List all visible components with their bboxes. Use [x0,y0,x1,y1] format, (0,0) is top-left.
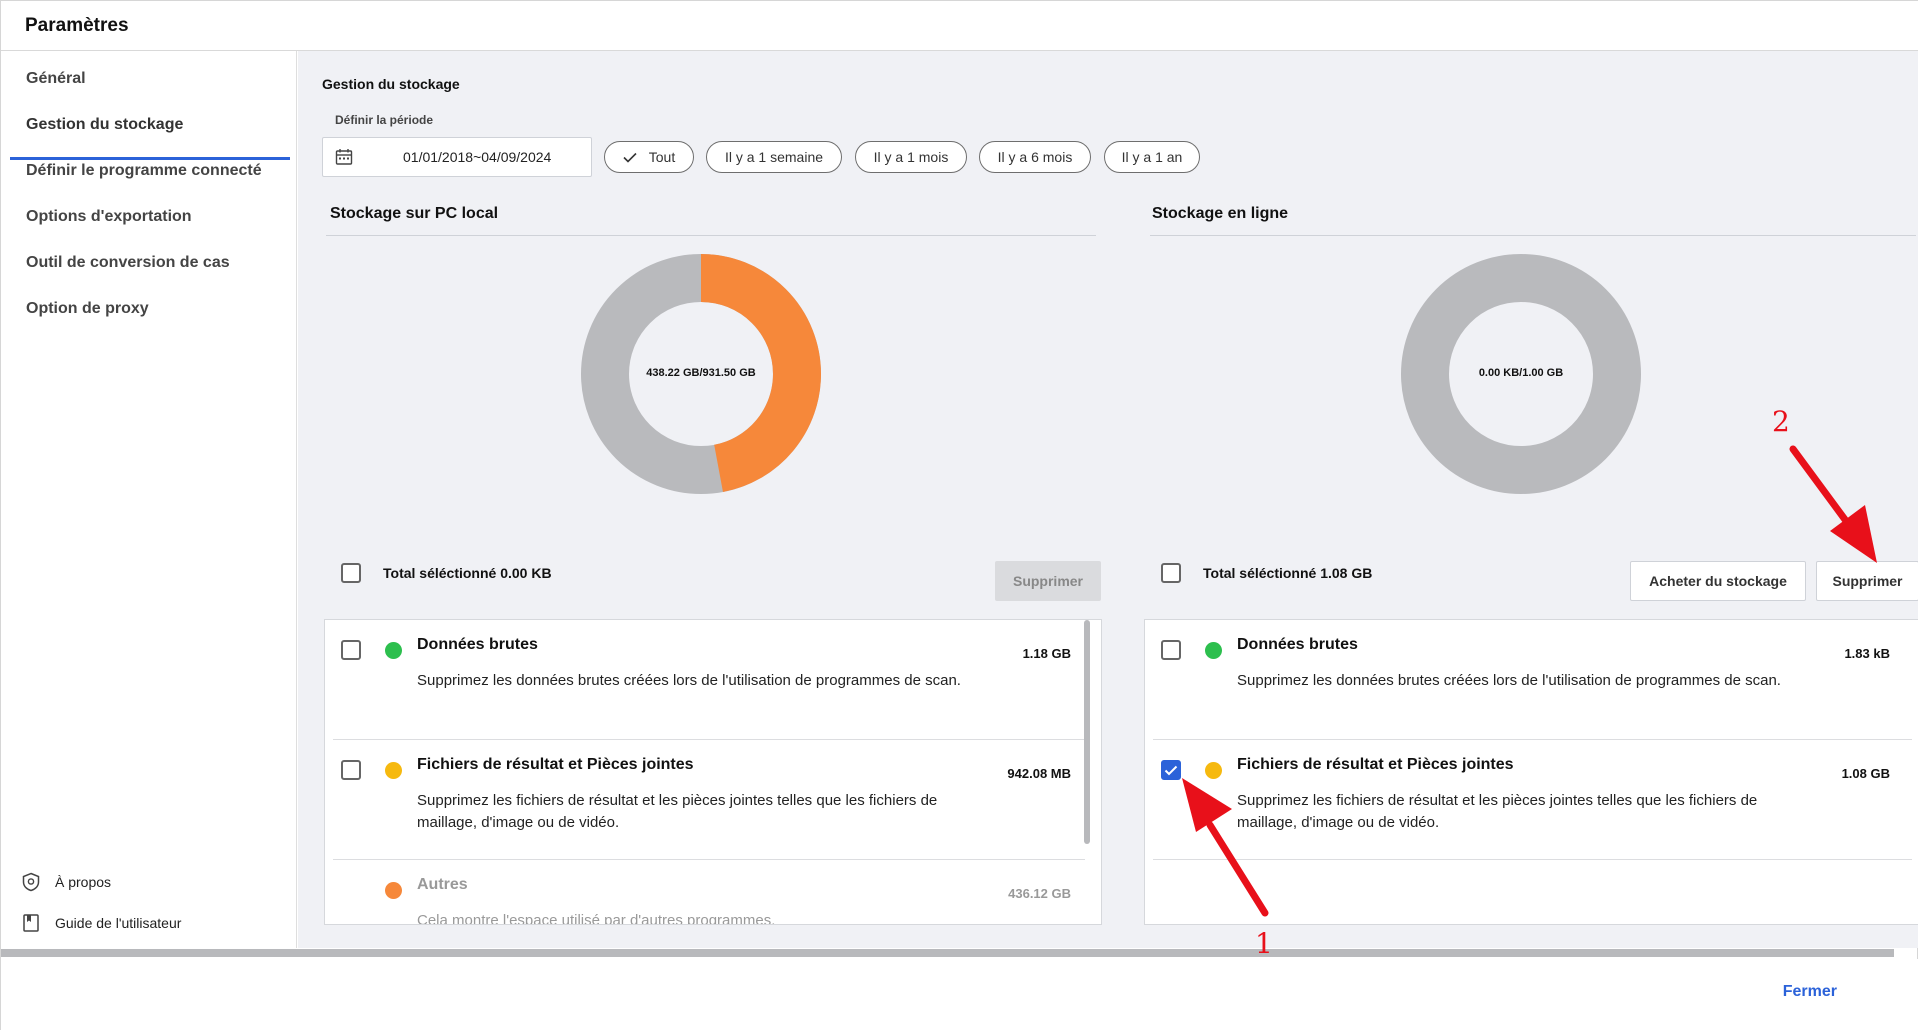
item-checkbox-checked[interactable] [1161,760,1181,780]
local-select-all-checkbox[interactable] [341,563,361,583]
horizontal-scrollbar[interactable] [1,949,1894,957]
local-selected-total: Total séléctionné 0.00 KB [383,565,552,581]
online-select-all-checkbox[interactable] [1161,563,1181,583]
local-select-all-row: Total séléctionné 0.00 KB [341,563,552,583]
chip-1-year[interactable]: Il y a 1 an [1104,141,1200,173]
buy-storage-button[interactable]: Acheter du stockage [1630,561,1806,601]
item-size: 1.08 GB [1841,766,1890,781]
period-label: Définir la période [335,113,434,127]
item-checkbox[interactable] [1161,640,1181,660]
item-name: Données brutes [417,636,538,653]
calendar-icon [335,149,353,165]
local-divider [326,235,1096,236]
item-name: Données brutes [1237,636,1358,653]
sidebar-item-connected-program[interactable]: Définir le programme connecté [26,162,262,180]
title-bar: Paramètres [1,1,1918,51]
item-checkbox[interactable] [341,640,361,660]
date-range-value: 01/01/2018~04/09/2024 [403,149,552,165]
book-icon [23,914,39,932]
local-usage-label: 438.22 GB/931.50 GB [646,367,756,379]
online-selected-total: Total séléctionné 1.08 GB [1203,565,1373,581]
chip-1-week[interactable]: Il y a 1 semaine [706,141,842,173]
item-description: Supprimez les données brutes créées lors… [417,672,961,689]
chip-6-months-label: Il y a 6 mois [997,149,1073,165]
dialog-footer: Fermer [1,959,1918,1030]
chip-1-year-label: Il y a 1 an [1121,149,1183,165]
sidebar-item-export-options[interactable]: Options d'exportation [26,208,192,226]
shield-icon [22,872,40,892]
sidebar-item-storage[interactable]: Gestion du stockage [26,116,183,134]
list-item: Données brutes Supprimez les données bru… [325,620,1101,740]
item-checkbox[interactable] [341,760,361,780]
item-color-dot [1205,762,1222,779]
item-description: Cela montre l'espace utilisé par d'autre… [417,912,776,925]
online-storage-title: Stockage en ligne [1152,205,1289,222]
item-description: Supprimez les fichiers de résultat et le… [1237,792,1758,831]
annotation-marker-1: 1 [1255,927,1273,960]
sidebar-active-indicator [10,157,290,160]
main-content: Gestion du stockage Définir la période 0… [298,51,1918,948]
chip-all-label: Tout [648,149,676,165]
online-items-list: Données brutes Supprimez les données bru… [1144,619,1918,925]
check-icon [1164,765,1178,775]
window-title: Paramètres [25,15,129,36]
item-name: Fichiers de résultat et Pièces jointes [1237,756,1514,773]
annotation-marker-2: 2 [1772,405,1790,438]
item-color-dot [385,762,402,779]
chip-6-months[interactable]: Il y a 6 mois [979,141,1091,173]
item-name: Fichiers de résultat et Pièces jointes [417,756,694,773]
item-size: 1.83 kB [1844,646,1890,661]
list-item: Données brutes Supprimez les données bru… [1145,620,1918,740]
list-item: Fichiers de résultat et Pièces jointes S… [1145,740,1918,860]
item-description: Supprimez les données brutes créées lors… [1237,672,1781,689]
check-icon [623,152,637,163]
user-guide-link[interactable]: Guide de l'utilisateur [21,913,181,933]
local-items-list: Données brutes Supprimez les données bru… [324,619,1102,925]
item-size: 942.08 MB [1007,766,1071,781]
item-name: Autres [417,876,468,893]
chip-1-week-label: Il y a 1 semaine [724,149,824,165]
list-item: Fichiers de résultat et Pièces jointes S… [325,740,1101,860]
item-separator [1153,859,1912,860]
item-color-dot [385,882,402,899]
chip-1-month-label: Il y a 1 mois [873,149,949,165]
date-range-picker[interactable]: 01/01/2018~04/09/2024 [322,137,592,177]
settings-window: Paramètres Général Gestion du stockage D… [0,0,1918,1030]
online-select-all-row: Total séléctionné 1.08 GB [1161,563,1372,583]
section-title: Gestion du stockage [322,76,460,92]
online-delete-button[interactable]: Supprimer [1816,561,1918,601]
about-label: À propos [55,874,112,890]
sidebar: Général Gestion du stockage Définir le p… [1,51,297,948]
item-size: 1.18 GB [1022,646,1071,661]
about-link[interactable]: À propos [21,872,111,892]
item-description: Supprimez les fichiers de résultat et le… [417,792,938,831]
online-divider [1150,235,1916,236]
sidebar-item-proxy[interactable]: Option de proxy [26,300,149,318]
item-size: 436.12 GB [1008,886,1071,901]
online-usage-label: 0.00 KB/1.00 GB [1478,367,1564,379]
user-guide-label: Guide de l'utilisateur [55,915,182,931]
chip-all[interactable]: Tout [604,141,694,173]
chip-1-month[interactable]: Il y a 1 mois [855,141,967,173]
item-color-dot [1205,642,1222,659]
sidebar-item-general[interactable]: Général [26,70,86,88]
local-delete-button[interactable]: Supprimer [995,561,1101,601]
sidebar-item-case-conversion[interactable]: Outil de conversion de cas [26,254,230,272]
item-color-dot [385,642,402,659]
local-list-scrollbar[interactable] [1084,620,1090,844]
local-storage-title: Stockage sur PC local [330,205,499,222]
list-item: Autres Cela montre l'espace utilisé par … [325,860,1101,925]
close-button[interactable]: Fermer [1783,983,1837,1001]
